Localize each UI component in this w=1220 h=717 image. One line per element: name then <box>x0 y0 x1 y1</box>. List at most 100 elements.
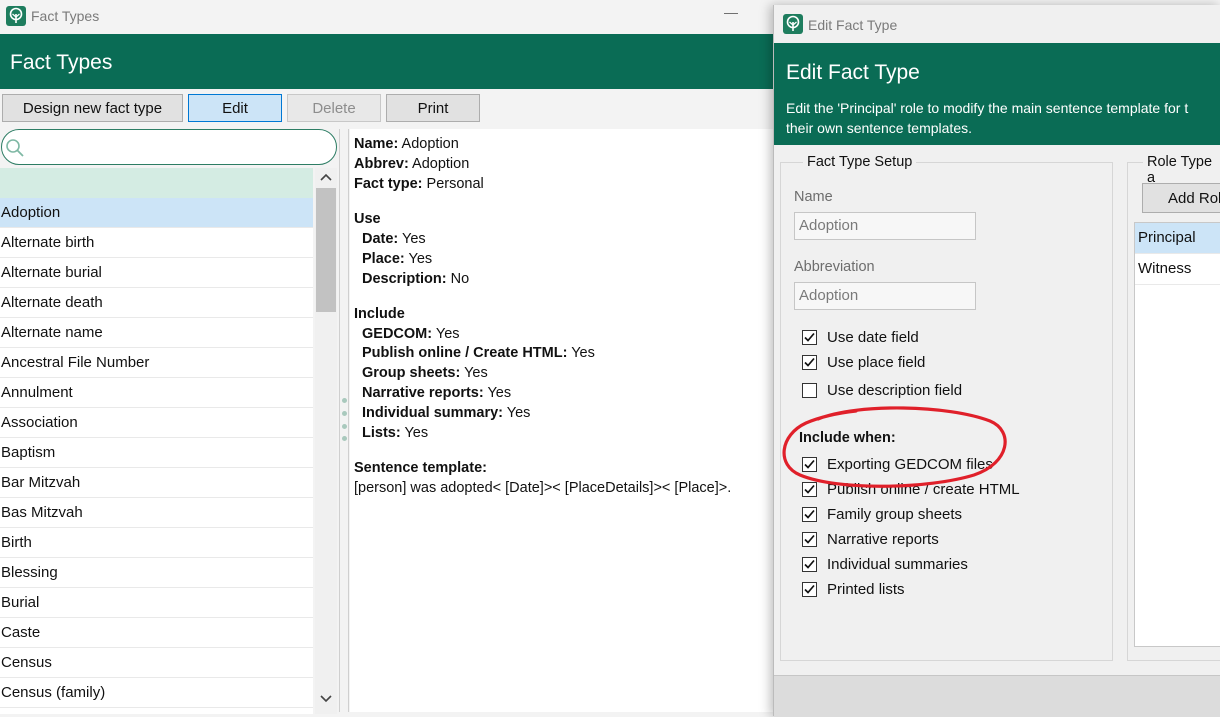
dialog-footer <box>774 675 1220 717</box>
detail-include-individual: Individual summary: Yes <box>362 405 531 421</box>
abbreviation-label: Abbreviation <box>794 259 875 275</box>
list-item[interactable]: Association <box>0 408 313 438</box>
list-item[interactable]: Alternate burial <box>0 258 313 288</box>
include-individual-checkbox[interactable]: Individual summaries <box>802 556 968 573</box>
detail-name: Name: Adoption <box>354 136 459 152</box>
role-group-legend: Role Type a <box>1143 154 1220 186</box>
use-description-checkbox[interactable]: Use description field <box>802 382 962 399</box>
checkbox-box[interactable] <box>802 532 817 547</box>
list-item[interactable]: Adoption <box>0 198 313 228</box>
checkbox-label: Use date field <box>827 329 919 346</box>
dialog-titlebar: Edit Fact Type <box>774 5 1220 43</box>
fact-type-list: Adoption Alternate birth Alternate burial A… <box>0 198 313 714</box>
dialog-header: Edit Fact Type Edit the 'Principal' role… <box>774 43 1220 145</box>
list-item[interactable]: Caste <box>0 618 313 648</box>
setup-group-legend: Fact Type Setup <box>803 154 917 170</box>
checkmark-icon <box>804 509 815 519</box>
grip-dot <box>342 424 347 429</box>
chevron-down-icon[interactable] <box>320 694 332 704</box>
detail-use-date: Date: Yes <box>362 231 426 247</box>
dialog-title: Edit Fact Type <box>786 61 920 84</box>
detail-template-heading: Sentence template: <box>354 460 487 476</box>
detail-include-gedcom: GEDCOM: Yes <box>362 326 460 342</box>
list-item[interactable]: Census <box>0 648 313 678</box>
search-icon <box>6 139 24 157</box>
search-input[interactable] <box>1 129 337 165</box>
print-button[interactable]: Print <box>386 94 480 122</box>
checkbox-label: Narrative reports <box>827 531 939 548</box>
list-item[interactable]: Burial <box>0 588 313 618</box>
checkbox-box[interactable] <box>802 507 817 522</box>
fact-detail-panel: Name: Adoption Abbrev: Adoption Fact typ… <box>350 129 780 712</box>
detail-abbrev: Abbrev: Adoption <box>354 156 470 172</box>
chevron-up-icon[interactable] <box>320 172 332 182</box>
dialog-description: Edit the 'Principal' role to modify the … <box>786 100 1189 136</box>
role-item[interactable]: Principal <box>1135 223 1220 254</box>
edit-fact-type-dialog: Edit Fact Type Edit Fact Type Edit the '… <box>773 5 1220 717</box>
list-item[interactable]: Alternate name <box>0 318 313 348</box>
checkmark-icon <box>804 357 815 367</box>
tree-icon <box>6 6 26 26</box>
use-date-checkbox[interactable]: Use date field <box>802 329 919 346</box>
name-label: Name <box>794 189 833 205</box>
window-title: Fact Types <box>31 8 100 24</box>
detail-use-place: Place: Yes <box>362 251 433 267</box>
checkbox-label: Use description field <box>827 382 963 399</box>
design-new-fact-type-button[interactable]: Design new fact type <box>2 94 183 122</box>
detail-fact-type: Fact type: Personal <box>354 176 484 192</box>
detail-include-publish: Publish online / Create HTML: Yes <box>362 345 595 361</box>
checkbox-box[interactable] <box>802 557 817 572</box>
list-item[interactable]: Bar Mitzvah <box>0 468 313 498</box>
scrollbar-thumb[interactable] <box>316 188 336 312</box>
detail-use-description: Description: No <box>362 271 470 287</box>
dialog-window-title: Edit Fact Type <box>808 17 898 33</box>
list-item[interactable]: Census (family) <box>0 678 313 708</box>
checkbox-label: Printed lists <box>827 581 905 598</box>
list-item[interactable]: Alternate birth <box>0 228 313 258</box>
list-header <box>0 168 313 198</box>
checkbox-box[interactable] <box>802 383 817 398</box>
minimize-button[interactable]: — <box>724 4 738 20</box>
checkbox-label: Individual summaries <box>827 556 968 573</box>
checkmark-icon <box>804 534 815 544</box>
page-title: Fact Types <box>10 51 113 74</box>
include-printed-lists-checkbox[interactable]: Printed lists <box>802 581 905 598</box>
detail-include-group: Group sheets: Yes <box>362 365 488 381</box>
abbreviation-field[interactable]: Adoption <box>794 282 976 310</box>
splitter-handle[interactable] <box>339 129 349 712</box>
include-family-sheets-checkbox[interactable]: Family group sheets <box>802 506 962 523</box>
list-item[interactable]: Bas Mitzvah <box>0 498 313 528</box>
grip-dot <box>342 411 347 416</box>
list-item[interactable]: Birth <box>0 528 313 558</box>
list-item[interactable]: Blessing <box>0 558 313 588</box>
checkbox-box[interactable] <box>802 582 817 597</box>
name-field[interactable]: Adoption <box>794 212 976 240</box>
checkbox-label: Use place field <box>827 354 926 371</box>
checkbox-label: Family group sheets <box>827 506 963 523</box>
list-item[interactable]: Annulment <box>0 378 313 408</box>
include-narrative-checkbox[interactable]: Narrative reports <box>802 531 939 548</box>
checkmark-icon <box>804 584 815 594</box>
checkmark-icon <box>804 332 815 342</box>
detail-include-narrative: Narrative reports: Yes <box>362 385 512 401</box>
role-list: Principal Witness <box>1134 222 1220 647</box>
detail-include-heading: Include <box>354 306 405 322</box>
edit-button[interactable]: Edit <box>188 94 282 122</box>
annotation-circle-icon <box>782 406 1007 488</box>
list-item[interactable]: Ancestral File Number <box>0 348 313 378</box>
delete-button[interactable]: Delete <box>287 94 381 122</box>
list-item[interactable]: Alternate death <box>0 288 313 318</box>
grip-dot <box>342 436 347 441</box>
checkbox-box[interactable] <box>802 330 817 345</box>
list-item[interactable]: Baptism <box>0 438 313 468</box>
detail-use-heading: Use <box>354 211 381 227</box>
detail-include-lists: Lists: Yes <box>362 425 429 441</box>
checkbox-box[interactable] <box>802 355 817 370</box>
tree-icon <box>783 14 803 34</box>
use-place-checkbox[interactable]: Use place field <box>802 354 925 371</box>
role-item[interactable]: Witness <box>1135 254 1220 285</box>
grip-dot <box>342 398 347 403</box>
add-role-button[interactable]: Add Rol <box>1142 183 1220 213</box>
detail-template-value: [person] was adopted< [Date]>< [PlaceDet… <box>354 480 732 496</box>
checkmark-icon <box>804 559 815 569</box>
